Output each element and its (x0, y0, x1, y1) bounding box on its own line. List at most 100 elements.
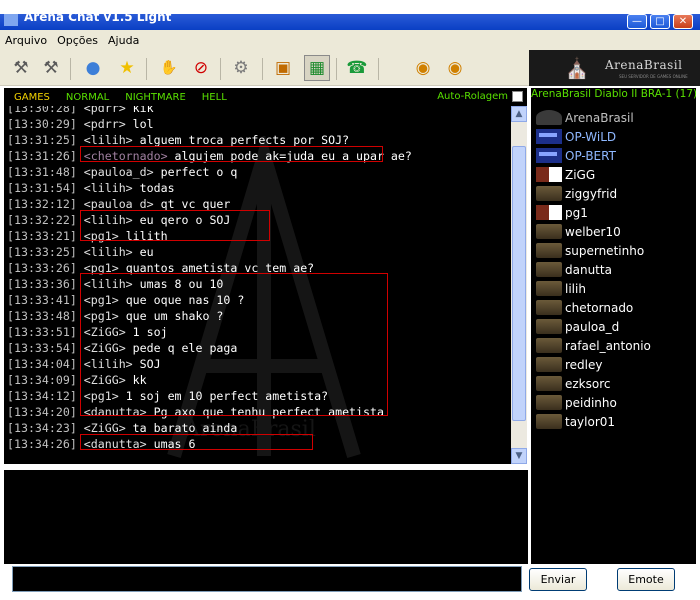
user-name: OP-BERT (565, 148, 616, 163)
chat-nick[interactable]: <pauloa_d> (84, 165, 154, 179)
class-badge-icon (536, 357, 562, 372)
toolbar-separator (378, 58, 379, 80)
user-list-item[interactable]: OP-BERT (536, 146, 616, 165)
admin-badge-icon (536, 110, 562, 125)
chat-line: [13:30:28] <pdrr> kik (4, 106, 511, 116)
toolbar-separator (70, 58, 71, 80)
highlight-box (80, 210, 270, 241)
scroll-down-icon[interactable]: ▼ (511, 448, 527, 464)
user-list-item[interactable]: supernetinho (536, 241, 644, 260)
chat-nick[interactable]: <ZiGG> (84, 421, 126, 435)
user-name: rafael_antonio (565, 338, 651, 353)
user-list-item[interactable]: pauloa_d (536, 317, 619, 336)
chat-timestamp: [13:33:48] (7, 309, 77, 323)
user-name: chetornado (565, 300, 634, 315)
scroll-up-icon[interactable]: ▲ (511, 106, 527, 122)
user-list-item[interactable]: danutta (536, 260, 612, 279)
ban-icon[interactable]: ⊘ (188, 55, 214, 81)
class-badge-icon (536, 262, 562, 277)
user-name: welber10 (565, 224, 621, 239)
toolbar-separator (336, 58, 337, 80)
emote-label: Emote (628, 573, 664, 586)
chat-nick[interactable]: <lilih> (84, 245, 133, 259)
user-name: peidinho (565, 395, 617, 410)
highlight-box (80, 434, 313, 450)
chat-nick[interactable]: <lilih> (84, 181, 133, 195)
class-badge-icon (536, 338, 562, 353)
user-list-item[interactable]: ArenaBrasil (536, 108, 634, 127)
close-button[interactable]: ✕ (673, 14, 693, 29)
menu-arquivo[interactable]: Arquivo (5, 34, 47, 47)
user-name: pg1 (565, 205, 588, 220)
cd-icon[interactable]: ◉ (410, 55, 436, 81)
user-name: ArenaBrasil (565, 110, 634, 125)
chat-nick[interactable]: <lilih> (84, 133, 133, 147)
class-badge-icon (536, 281, 562, 296)
user-list-item[interactable]: chetornado (536, 298, 633, 317)
chat-timestamp: [13:34:23] (7, 421, 77, 435)
chat-timestamp: [13:33:51] (7, 325, 77, 339)
user-list-item[interactable]: ziggyfrid (536, 184, 617, 203)
user-list-item[interactable]: peidinho (536, 393, 617, 412)
chat-bubble-icon[interactable]: ● (80, 55, 106, 81)
star-icon[interactable]: ★ (114, 55, 140, 81)
auto-rolagem-checkbox[interactable] (512, 91, 523, 102)
op-badge-icon (536, 129, 562, 144)
chat-log[interactable]: ArenaBrasil [13:30:28] <pdrr> kik [13:30:… (4, 106, 511, 464)
user-list-item[interactable]: taylor01 (536, 412, 615, 431)
mode-games[interactable]: GAMES (14, 92, 50, 103)
chat-timestamp: [13:34:09] (7, 373, 77, 387)
user-name: ZiGG (565, 167, 596, 182)
chat-line: [13:30:29] <pdrr> lol (4, 116, 511, 132)
chat-nick[interactable]: <pauloa_d> (84, 197, 154, 211)
minimize-button[interactable]: — (627, 14, 647, 29)
mode-hell[interactable]: HELL (202, 92, 227, 103)
chat-nick[interactable]: <pdrr> (84, 117, 126, 131)
op-badge-icon (536, 148, 562, 163)
class-badge-icon (536, 300, 562, 315)
chat-line: [13:33:25] <lilih> eu (4, 244, 511, 260)
hand-icon[interactable]: ✋ (156, 55, 182, 81)
chat-scrollbar[interactable]: ▲ ▼ (511, 106, 527, 464)
menu-opcoes[interactable]: Opções (57, 34, 98, 47)
mode-normal[interactable]: NORMAL (66, 92, 109, 103)
chat-message: qt vc quer (160, 197, 231, 211)
chat-timestamp: [13:31:54] (7, 181, 77, 195)
user-list-item[interactable]: rafael_antonio (536, 336, 651, 355)
book-icon[interactable]: ▣ (270, 55, 296, 81)
image-icon[interactable]: ▦ (304, 55, 330, 81)
send-button[interactable]: Enviar (529, 568, 587, 591)
user-list-panel: ArenaBrasil Diablo II BRA-1 (17) ArenaBr… (531, 88, 696, 564)
user-list-item[interactable]: ezksorc (536, 374, 611, 393)
user-list-item[interactable]: OP-WiLD (536, 127, 616, 146)
mode-nightmare[interactable]: NIGHTMARE (125, 92, 186, 103)
wrench-icon[interactable]: ⚒ (8, 55, 34, 81)
chat-message: perfect o q (160, 165, 238, 179)
user-list-item[interactable]: welber10 (536, 222, 621, 241)
class-badge-icon (536, 243, 562, 258)
chat-message: lol (132, 117, 154, 131)
chat-timestamp: [13:33:25] (7, 245, 77, 259)
message-input[interactable] (12, 566, 522, 592)
maximize-button[interactable]: □ (650, 14, 670, 29)
gear-icon[interactable]: ⚙ (228, 55, 254, 81)
app-icon (4, 14, 18, 26)
chat-nick[interactable]: <pdrr> (84, 106, 126, 115)
compose-area[interactable] (4, 470, 528, 564)
emote-button[interactable]: Emote (617, 568, 675, 591)
cd-alt-icon[interactable]: ◉ (442, 55, 468, 81)
tools-icon[interactable]: ⚒ (38, 55, 64, 81)
toolbar-separator (220, 58, 221, 80)
user-list-item[interactable]: pg1 (536, 203, 588, 222)
brand-banner: ⛪ ArenaBrasil SEU SERVIDOR DE GAMES ONLI… (529, 50, 700, 86)
user-list-item[interactable]: redley (536, 355, 603, 374)
menu-ajuda[interactable]: Ajuda (108, 34, 139, 47)
chat-line: [13:31:54] <lilih> todas (4, 180, 511, 196)
phone-icon[interactable]: ☎ (344, 55, 370, 81)
chat-timestamp: [13:34:20] (7, 405, 77, 419)
user-list-item[interactable]: lilih (536, 279, 586, 298)
class-badge-icon (536, 376, 562, 391)
scroll-thumb[interactable] (512, 146, 526, 421)
user-list-item[interactable]: ZiGG (536, 165, 595, 184)
chat-timestamp: [13:33:41] (7, 293, 77, 307)
